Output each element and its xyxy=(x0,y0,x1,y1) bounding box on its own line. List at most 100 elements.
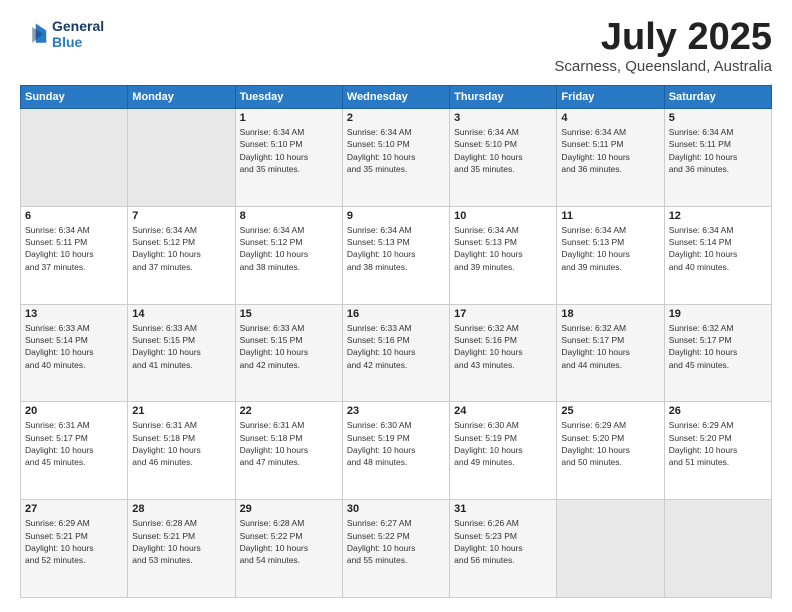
day-number: 4 xyxy=(561,112,659,124)
day-cell: 13 Sunrise: 6:33 AM Sunset: 5:14 PM Dayli… xyxy=(21,304,128,402)
day-cell: 17 Sunrise: 6:32 AM Sunset: 5:16 PM Dayli… xyxy=(450,304,557,402)
page: General Blue July 2025 Scarness, Queensl… xyxy=(0,0,792,612)
day-info: Sunrise: 6:34 AM Sunset: 5:11 PM Dayligh… xyxy=(561,126,659,175)
day-cell: 8 Sunrise: 6:34 AM Sunset: 5:12 PM Daylig… xyxy=(235,206,342,304)
day-number: 17 xyxy=(454,308,552,320)
day-info: Sunrise: 6:32 AM Sunset: 5:17 PM Dayligh… xyxy=(561,322,659,371)
day-cell: 29 Sunrise: 6:28 AM Sunset: 5:22 PM Dayli… xyxy=(235,500,342,598)
day-info: Sunrise: 6:32 AM Sunset: 5:16 PM Dayligh… xyxy=(454,322,552,371)
week-row-1: 1 Sunrise: 6:34 AM Sunset: 5:10 PM Daylig… xyxy=(21,109,772,207)
day-cell: 11Sunrise: 6:34 AM Sunset: 5:13 PM Dayli… xyxy=(557,206,664,304)
weekday-header-sunday: Sunday xyxy=(21,86,128,109)
day-info: Sunrise: 6:34 AM Sunset: 5:12 PM Dayligh… xyxy=(132,224,230,273)
day-number: 25 xyxy=(561,405,659,417)
day-cell: 27Sunrise: 6:29 AM Sunset: 5:21 PM Dayli… xyxy=(21,500,128,598)
day-info: Sunrise: 6:34 AM Sunset: 5:13 PM Dayligh… xyxy=(454,224,552,273)
day-number: 28 xyxy=(132,503,230,515)
day-info: Sunrise: 6:34 AM Sunset: 5:14 PM Dayligh… xyxy=(669,224,767,273)
day-number: 24 xyxy=(454,405,552,417)
day-cell: 14Sunrise: 6:33 AM Sunset: 5:15 PM Dayli… xyxy=(128,304,235,402)
day-info: Sunrise: 6:26 AM Sunset: 5:23 PM Dayligh… xyxy=(454,517,552,566)
weekday-header-tuesday: Tuesday xyxy=(235,86,342,109)
day-cell: 26Sunrise: 6:29 AM Sunset: 5:20 PM Dayli… xyxy=(664,402,771,500)
day-number: 20 xyxy=(25,405,123,417)
day-cell: 5 Sunrise: 6:34 AM Sunset: 5:11 PM Daylig… xyxy=(664,109,771,207)
day-number: 30 xyxy=(347,503,445,515)
week-row-4: 20 Sunrise: 6:31 AM Sunset: 5:17 PM Dayli… xyxy=(21,402,772,500)
weekday-header-row: SundayMondayTuesdayWednesdayThursdayFrid… xyxy=(21,86,772,109)
day-number: 21 xyxy=(132,405,230,417)
day-info: Sunrise: 6:31 AM Sunset: 5:18 PM Dayligh… xyxy=(240,419,338,468)
weekday-header-wednesday: Wednesday xyxy=(342,86,449,109)
day-cell: 21 Sunrise: 6:31 AM Sunset: 5:18 PM Dayli… xyxy=(128,402,235,500)
day-cell: 22 Sunrise: 6:31 AM Sunset: 5:18 PM Dayli… xyxy=(235,402,342,500)
day-cell: 10 Sunrise: 6:34 AM Sunset: 5:13 PM Dayli… xyxy=(450,206,557,304)
logo-text: General Blue xyxy=(52,18,104,50)
day-number: 12 xyxy=(669,210,767,222)
day-info: Sunrise: 6:31 AM Sunset: 5:17 PM Dayligh… xyxy=(25,419,123,468)
weekday-header-friday: Friday xyxy=(557,86,664,109)
day-info: Sunrise: 6:29 AM Sunset: 5:20 PM Dayligh… xyxy=(561,419,659,468)
day-cell xyxy=(557,500,664,598)
day-cell: 31Sunrise: 6:26 AM Sunset: 5:23 PM Dayli… xyxy=(450,500,557,598)
weekday-header-thursday: Thursday xyxy=(450,86,557,109)
day-info: Sunrise: 6:33 AM Sunset: 5:16 PM Dayligh… xyxy=(347,322,445,371)
day-info: Sunrise: 6:28 AM Sunset: 5:21 PM Dayligh… xyxy=(132,517,230,566)
day-cell: 23Sunrise: 6:30 AM Sunset: 5:19 PM Dayli… xyxy=(342,402,449,500)
day-cell: 12 Sunrise: 6:34 AM Sunset: 5:14 PM Dayli… xyxy=(664,206,771,304)
day-cell: 20 Sunrise: 6:31 AM Sunset: 5:17 PM Dayli… xyxy=(21,402,128,500)
day-info: Sunrise: 6:30 AM Sunset: 5:19 PM Dayligh… xyxy=(347,419,445,468)
day-number: 29 xyxy=(240,503,338,515)
calendar-table: SundayMondayTuesdayWednesdayThursdayFrid… xyxy=(20,85,772,598)
header: General Blue July 2025 Scarness, Queensl… xyxy=(20,18,772,75)
day-info: Sunrise: 6:34 AM Sunset: 5:10 PM Dayligh… xyxy=(454,126,552,175)
day-info: Sunrise: 6:28 AM Sunset: 5:22 PM Dayligh… xyxy=(240,517,338,566)
day-number: 3 xyxy=(454,112,552,124)
location-title: Scarness, Queensland, Australia xyxy=(554,58,772,75)
day-cell: 3 Sunrise: 6:34 AM Sunset: 5:10 PM Daylig… xyxy=(450,109,557,207)
day-number: 22 xyxy=(240,405,338,417)
day-number: 9 xyxy=(347,210,445,222)
day-cell xyxy=(128,109,235,207)
day-info: Sunrise: 6:34 AM Sunset: 5:12 PM Dayligh… xyxy=(240,224,338,273)
day-number: 16 xyxy=(347,308,445,320)
day-number: 10 xyxy=(454,210,552,222)
day-number: 8 xyxy=(240,210,338,222)
logo-icon xyxy=(20,20,48,48)
day-cell: 19 Sunrise: 6:32 AM Sunset: 5:17 PM Dayli… xyxy=(664,304,771,402)
day-cell: 25 Sunrise: 6:29 AM Sunset: 5:20 PM Dayli… xyxy=(557,402,664,500)
day-info: Sunrise: 6:34 AM Sunset: 5:13 PM Dayligh… xyxy=(561,224,659,273)
day-number: 5 xyxy=(669,112,767,124)
day-number: 14 xyxy=(132,308,230,320)
day-cell: 16 Sunrise: 6:33 AM Sunset: 5:16 PM Dayli… xyxy=(342,304,449,402)
day-number: 26 xyxy=(669,405,767,417)
day-cell: 7Sunrise: 6:34 AM Sunset: 5:12 PM Daylig… xyxy=(128,206,235,304)
day-cell: 2Sunrise: 6:34 AM Sunset: 5:10 PM Daylig… xyxy=(342,109,449,207)
day-number: 13 xyxy=(25,308,123,320)
day-number: 15 xyxy=(240,308,338,320)
day-cell: 1 Sunrise: 6:34 AM Sunset: 5:10 PM Daylig… xyxy=(235,109,342,207)
weekday-header-saturday: Saturday xyxy=(664,86,771,109)
day-info: Sunrise: 6:34 AM Sunset: 5:11 PM Dayligh… xyxy=(669,126,767,175)
day-info: Sunrise: 6:34 AM Sunset: 5:10 PM Dayligh… xyxy=(240,126,338,175)
day-info: Sunrise: 6:34 AM Sunset: 5:13 PM Dayligh… xyxy=(347,224,445,273)
day-number: 1 xyxy=(240,112,338,124)
day-info: Sunrise: 6:30 AM Sunset: 5:19 PM Dayligh… xyxy=(454,419,552,468)
week-row-5: 27Sunrise: 6:29 AM Sunset: 5:21 PM Dayli… xyxy=(21,500,772,598)
weekday-header-monday: Monday xyxy=(128,86,235,109)
day-info: Sunrise: 6:31 AM Sunset: 5:18 PM Dayligh… xyxy=(132,419,230,468)
day-cell: 24 Sunrise: 6:30 AM Sunset: 5:19 PM Dayli… xyxy=(450,402,557,500)
day-info: Sunrise: 6:33 AM Sunset: 5:15 PM Dayligh… xyxy=(240,322,338,371)
day-info: Sunrise: 6:34 AM Sunset: 5:11 PM Dayligh… xyxy=(25,224,123,273)
day-cell: 15 Sunrise: 6:33 AM Sunset: 5:15 PM Dayli… xyxy=(235,304,342,402)
logo: General Blue xyxy=(20,18,104,50)
month-title: July 2025 xyxy=(554,18,772,56)
day-number: 19 xyxy=(669,308,767,320)
day-number: 18 xyxy=(561,308,659,320)
day-cell: 18 Sunrise: 6:32 AM Sunset: 5:17 PM Dayli… xyxy=(557,304,664,402)
day-info: Sunrise: 6:33 AM Sunset: 5:14 PM Dayligh… xyxy=(25,322,123,371)
day-info: Sunrise: 6:32 AM Sunset: 5:17 PM Dayligh… xyxy=(669,322,767,371)
day-cell xyxy=(21,109,128,207)
title-block: July 2025 Scarness, Queensland, Australi… xyxy=(554,18,772,75)
day-info: Sunrise: 6:34 AM Sunset: 5:10 PM Dayligh… xyxy=(347,126,445,175)
